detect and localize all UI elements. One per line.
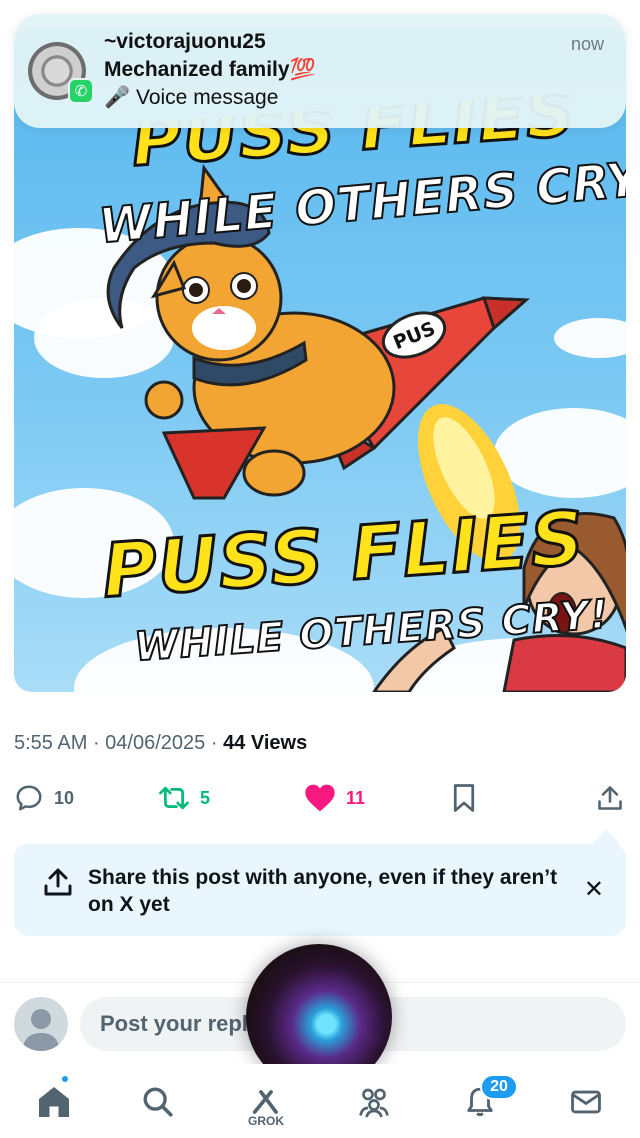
post-actions: 10 5 11 [0, 778, 640, 818]
grok-icon [252, 1090, 278, 1114]
repost-button[interactable]: 5 [158, 778, 210, 818]
avatar[interactable] [14, 997, 68, 1051]
heart-icon [305, 784, 335, 812]
tab-communities[interactable] [350, 1078, 398, 1126]
notification-message: 🎤 Voice message [104, 86, 279, 109]
reply-button[interactable]: 10 [14, 778, 74, 818]
bookmark-icon [453, 784, 475, 812]
tab-home[interactable] [30, 1078, 78, 1126]
notification-sender: ~victorajuonu25 [104, 30, 266, 53]
tab-search[interactable] [134, 1078, 182, 1126]
views-label: Views [250, 732, 308, 754]
share-upload-icon [44, 868, 72, 896]
grok-label: GROK [248, 1114, 284, 1128]
close-icon[interactable]: ✕ [584, 878, 604, 902]
tab-bar: GROK 20 [0, 1064, 640, 1138]
notification-count-badge: 20 [480, 1074, 518, 1100]
separator: · [92, 732, 106, 754]
separator: · [210, 732, 224, 754]
reply-icon [16, 785, 42, 811]
share-banner[interactable]: Share this post with anyone, even if the… [14, 844, 626, 936]
whatsapp-icon: ✆ [68, 78, 94, 104]
home-icon [39, 1087, 69, 1117]
bookmark-button[interactable] [450, 778, 478, 818]
share-button[interactable] [596, 778, 624, 818]
views-count: 44 [223, 732, 246, 754]
repost-icon [159, 786, 189, 810]
mail-icon [571, 1090, 601, 1114]
reply-count: 10 [54, 787, 75, 808]
share-icon [598, 786, 622, 810]
like-count: 11 [346, 787, 366, 808]
post-date: 04/06/2025 [105, 732, 206, 754]
post-meta: 5:55 AM · 04/06/2025 · 44 Views [14, 732, 307, 755]
tab-messages[interactable] [562, 1078, 610, 1126]
share-banner-text: Share this post with anyone, even if the… [88, 866, 558, 916]
repost-count: 5 [200, 787, 211, 808]
default-avatar-icon [22, 1009, 60, 1051]
home-unread-dot [60, 1074, 70, 1084]
communities-icon [359, 1088, 389, 1118]
notification-group: Mechanized family💯 [104, 58, 316, 81]
whatsapp-notification[interactable]: ✆ ~victorajuonu25 Mechanized family💯 🎤 V… [14, 14, 626, 128]
post-time: 5:55 AM [14, 732, 88, 754]
search-icon [143, 1087, 173, 1117]
like-button[interactable]: 11 [304, 778, 365, 818]
notification-time: now [570, 34, 604, 54]
